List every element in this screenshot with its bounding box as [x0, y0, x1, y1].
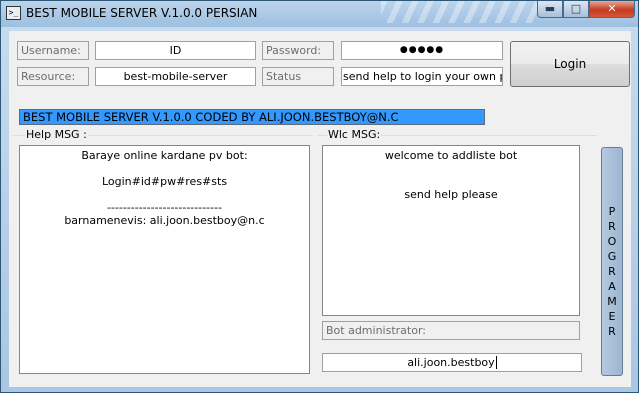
programmer-letter: O	[607, 235, 617, 248]
programmer-letter: P	[608, 205, 616, 218]
resource-label: Resource:	[17, 67, 89, 86]
window-title: BEST MOBILE SERVER V.1.0.0 PERSIAN	[26, 6, 258, 20]
help-line: Baraye online kardane pv bot:	[81, 149, 248, 162]
console-icon[interactable]: >_	[6, 6, 21, 20]
banner-label: BEST MOBILE SERVER V.1.0.0 CODED BY ALI.…	[19, 109, 485, 125]
welcome-line: welcome to addliste bot	[384, 149, 518, 162]
programmer-letter: R	[608, 220, 616, 233]
help-line: barnamenevis: ali.joon.bestboy@n.c	[64, 214, 265, 227]
maximize-icon: □	[570, 2, 582, 15]
help-message-box[interactable]: Baraye online kardane pv bot: Login#id#p…	[19, 145, 310, 374]
minimize-icon: ▬	[544, 2, 556, 15]
username-label: Username:	[17, 41, 89, 60]
minimize-button[interactable]: ▬	[537, 1, 563, 18]
welcome-line: send help please	[404, 188, 498, 201]
login-button[interactable]: Login	[510, 41, 630, 87]
programmer-letter: R	[608, 265, 616, 278]
programmer-button[interactable]: P R O G R A M E R	[601, 147, 623, 376]
status-label: Status	[262, 67, 334, 86]
programmer-letter: M	[607, 295, 617, 308]
password-field[interactable]: ●●●●●	[341, 41, 503, 60]
programmer-letter: G	[607, 250, 617, 263]
title-bar[interactable]: >_ BEST MOBILE SERVER V.1.0.0 PERSIAN ▬ …	[1, 1, 638, 27]
welcome-line	[323, 162, 579, 175]
close-icon: ✕	[607, 2, 617, 15]
help-line	[20, 188, 309, 201]
close-button[interactable]: ✕	[589, 1, 635, 18]
welcome-line	[323, 175, 579, 188]
password-label: Password:	[262, 41, 334, 60]
help-line	[20, 162, 309, 175]
programmer-letter: A	[608, 280, 616, 293]
text-cursor	[495, 356, 497, 369]
programmer-letters: P R O G R A M E R	[602, 148, 622, 339]
welcome-group-caption: Wlc MSG:	[327, 128, 382, 141]
programmer-letter: R	[608, 325, 616, 338]
help-line: Login#id#pw#res#sts	[101, 175, 228, 188]
resource-field[interactable]: best-mobile-server	[95, 67, 256, 86]
help-group-caption: Help MSG :	[25, 128, 88, 141]
bot-admin-label: Bot administrator:	[322, 321, 580, 340]
bot-admin-value: ali.joon.bestboy	[407, 356, 495, 369]
title-bar-decoration	[381, 1, 541, 23]
bot-admin-field[interactable]: ali.joon.bestboy	[322, 353, 582, 372]
status-field[interactable]: send help to login your own pv bo	[341, 67, 503, 86]
client-area: Username: ID Password: ●●●●● Resource: b…	[9, 31, 631, 387]
programmer-letter: E	[608, 310, 616, 323]
maximize-button[interactable]: □	[563, 1, 589, 18]
username-field[interactable]: ID	[95, 41, 256, 60]
welcome-message-box[interactable]: welcome to addliste bot send help please	[322, 145, 580, 316]
app-window: >_ BEST MOBILE SERVER V.1.0.0 PERSIAN ▬ …	[0, 0, 639, 393]
help-line: -----------------------------	[106, 201, 223, 214]
